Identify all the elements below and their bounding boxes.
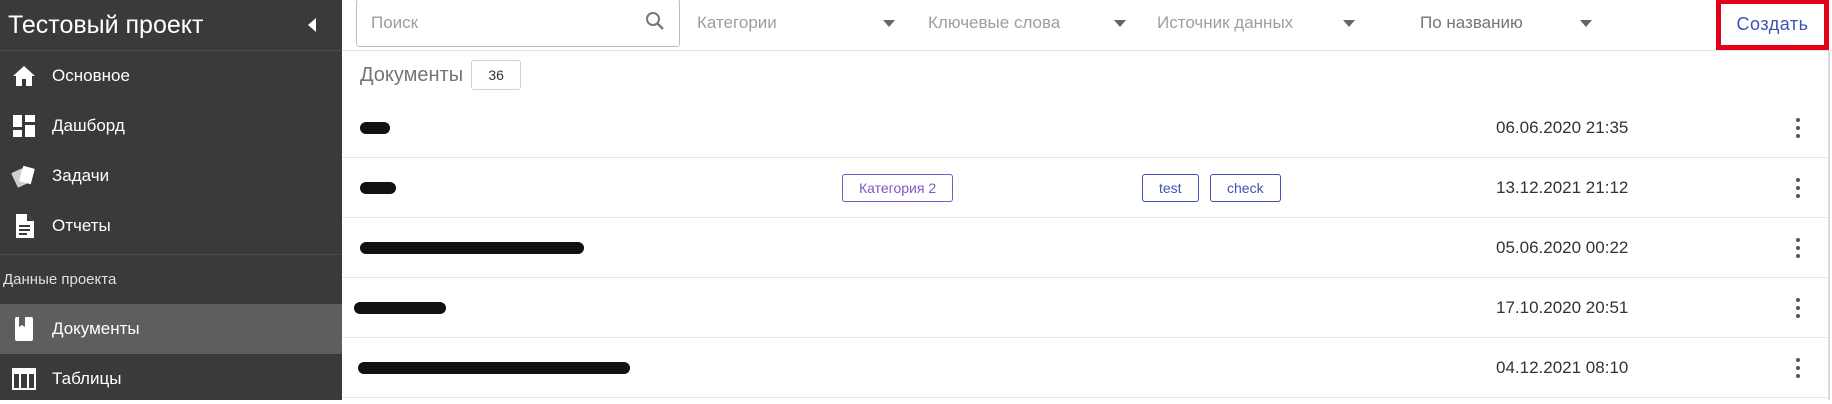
category-chip[interactable]: Категория 2 <box>842 174 954 202</box>
sort-label: По названию <box>1420 13 1523 32</box>
sidebar-item-label: Документы <box>52 319 140 338</box>
sidebar-item-tasks[interactable]: Задачи <box>0 151 342 201</box>
create-button[interactable]: Создать <box>1737 14 1809 35</box>
sidebar-header: Тестовый проект <box>0 0 342 51</box>
keywords-filter[interactable]: Ключевые слова <box>928 0 1126 46</box>
documents-count-badge: 36 <box>471 60 522 90</box>
more-vert-icon[interactable] <box>1782 292 1814 324</box>
collapse-sidebar-icon[interactable] <box>308 18 316 32</box>
keyword-chip[interactable]: test <box>1142 174 1199 202</box>
list-item[interactable]: 05.06.2020 00:22 <box>342 218 1828 278</box>
chevron-down-icon <box>1580 19 1592 27</box>
list-item[interactable]: 17.10.2020 20:51 <box>342 278 1828 338</box>
more-vert-icon[interactable] <box>1782 352 1814 384</box>
document-name-redacted <box>360 158 396 218</box>
list-item[interactable]: 06.06.2020 21:35 <box>342 98 1828 158</box>
sidebar-item-label: Задачи <box>52 166 110 185</box>
sidebar-section-heading: Данные проекта <box>0 254 342 304</box>
document-name-redacted <box>360 98 390 158</box>
documents-heading: Документы 36 <box>360 60 522 90</box>
document-name-redacted <box>360 218 584 278</box>
dashboard-icon <box>10 112 38 140</box>
tasks-icon <box>10 162 38 190</box>
sidebar-item-dashboard[interactable]: Дашборд <box>0 101 342 151</box>
document-date: 17.10.2020 20:51 <box>1496 298 1629 317</box>
document-name-redacted <box>354 278 446 338</box>
scrollbar-track[interactable] <box>1828 51 1830 400</box>
chevron-down-icon <box>1343 19 1355 27</box>
sidebar: Тестовый проект Основное Дашборд Задачи … <box>0 0 342 400</box>
document-name-redacted <box>358 338 630 398</box>
sidebar-item-label: Таблицы <box>52 369 122 388</box>
toolbar: Поиск Категории Ключевые слова Источник … <box>342 0 1832 51</box>
report-icon <box>10 212 38 240</box>
list-item[interactable]: Категория 2 test check 13.12.2021 21:12 <box>342 158 1828 218</box>
categories-filter-label: Категории <box>697 13 777 32</box>
chevron-down-icon <box>1114 19 1126 27</box>
document-date: 13.12.2021 21:12 <box>1496 178 1629 197</box>
keyword-chip[interactable]: check <box>1210 174 1281 202</box>
page-title: Документы <box>360 63 464 86</box>
document-date: 04.12.2021 08:10 <box>1496 358 1629 377</box>
more-vert-icon[interactable] <box>1782 232 1814 264</box>
project-title: Тестовый проект <box>8 10 204 39</box>
keywords-filter-label: Ключевые слова <box>928 13 1061 32</box>
data-source-filter-label: Источник данных <box>1157 13 1294 32</box>
sidebar-item-label: Основное <box>52 66 130 85</box>
sort-select[interactable]: По названию <box>1420 0 1592 46</box>
sidebar-item-documents[interactable]: Документы <box>0 304 342 354</box>
chevron-down-icon <box>883 19 895 27</box>
sidebar-item-label: Отчеты <box>52 216 111 235</box>
list-item[interactable]: 04.12.2021 08:10 <box>342 338 1828 398</box>
more-vert-icon[interactable] <box>1782 172 1814 204</box>
create-button-highlight: Создать <box>1716 0 1829 50</box>
document-date: 05.06.2020 00:22 <box>1496 238 1629 257</box>
book-icon <box>10 315 38 343</box>
categories-filter[interactable]: Категории <box>697 0 895 46</box>
search-placeholder: Поиск <box>371 13 419 32</box>
sidebar-item-tables[interactable]: Таблицы <box>0 354 342 404</box>
document-date: 06.06.2020 21:35 <box>1496 118 1629 137</box>
sidebar-item-main[interactable]: Основное <box>0 51 342 101</box>
table-icon <box>10 365 38 393</box>
sidebar-item-reports[interactable]: Отчеты <box>0 201 342 251</box>
search-icon[interactable] <box>645 11 665 36</box>
documents-list: 06.06.2020 21:35 Категория 2 test check … <box>342 98 1828 398</box>
search-input[interactable]: Поиск <box>356 0 680 47</box>
home-icon <box>10 62 38 90</box>
sidebar-item-label: Дашборд <box>52 116 125 135</box>
more-vert-icon[interactable] <box>1782 112 1814 144</box>
data-source-filter[interactable]: Источник данных <box>1157 0 1355 46</box>
